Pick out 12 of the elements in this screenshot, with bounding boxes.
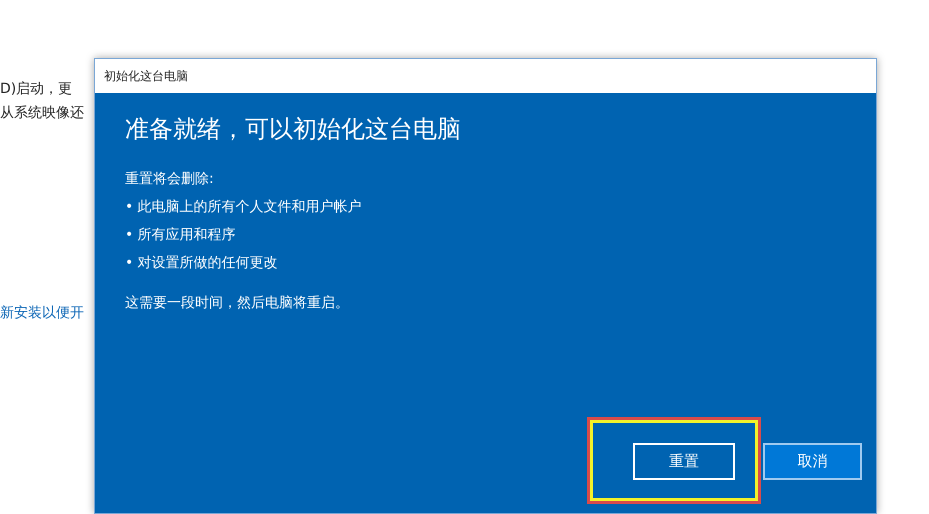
- list-item: • 对设置所做的任何更改: [125, 254, 278, 273]
- page-text: D)启动，更: [0, 80, 72, 98]
- note-text: 这需要一段时间，然后电脑将重启。: [125, 294, 349, 313]
- page-text: 从系统映像还: [0, 104, 84, 122]
- link[interactable]: 新安装以便开: [0, 304, 84, 322]
- intro-text: 重置将会删除:: [125, 170, 214, 189]
- window-title: 初始化这台电脑: [104, 68, 188, 84]
- reset-button[interactable]: 重置: [633, 443, 735, 480]
- list-item: • 所有应用和程序: [125, 226, 236, 245]
- cancel-button[interactable]: 取消: [763, 443, 862, 480]
- dialog-heading: 准备就绪，可以初始化这台电脑: [125, 114, 462, 145]
- list-item: • 此电脑上的所有个人文件和用户帐户: [125, 198, 362, 217]
